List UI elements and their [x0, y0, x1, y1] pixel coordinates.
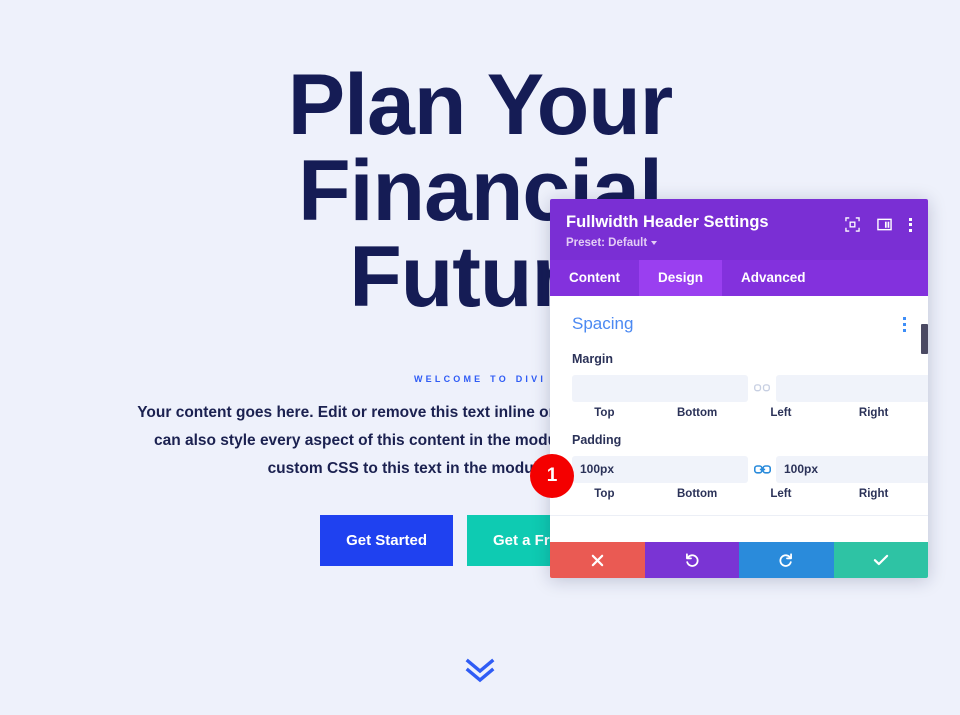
- margin-label: Margin: [572, 352, 613, 367]
- tab-advanced[interactable]: Advanced: [722, 260, 825, 297]
- margin-bottom-input[interactable]: [776, 374, 928, 402]
- save-button[interactable]: [833, 542, 928, 579]
- scroll-down-button[interactable]: [0, 655, 960, 685]
- padding-bottom-input[interactable]: [776, 455, 928, 483]
- margin-left-sublabel: Left: [770, 407, 792, 420]
- modal-footer: [550, 542, 928, 579]
- panel-layout-icon[interactable]: [877, 217, 892, 232]
- padding-top-input[interactable]: [572, 455, 748, 483]
- margin-right-sublabel: Right: [858, 407, 889, 420]
- annotation-badge-1: 1: [530, 454, 574, 498]
- modal-scrollbar[interactable]: [921, 296, 928, 542]
- redo-icon: [779, 553, 793, 568]
- cancel-button[interactable]: [550, 542, 645, 579]
- modal-title: Fullwidth Header Settings: [566, 213, 769, 231]
- preset-selector[interactable]: Preset: Default: [566, 236, 658, 249]
- padding-top-sublabel: Top: [594, 488, 615, 501]
- padding-inputs-row: [572, 454, 928, 484]
- spacing-section-more-vertical-icon[interactable]: [902, 316, 906, 333]
- margin-top-input[interactable]: [572, 374, 748, 402]
- margin-inputs-row: [572, 373, 928, 403]
- margin-top-bottom-unlinked-icon[interactable]: [748, 382, 776, 394]
- redo-button[interactable]: [739, 542, 834, 579]
- preset-label: Preset: Default: [566, 236, 648, 249]
- padding-left-sublabel: Left: [770, 488, 792, 501]
- close-icon: [591, 554, 604, 567]
- padding-top-bottom-linked-icon[interactable]: [748, 463, 776, 476]
- modal-body: Spacing Margin Top Bottom Left Right Pad…: [550, 296, 928, 543]
- more-vertical-icon[interactable]: [909, 217, 912, 232]
- fullwidth-header-settings-modal[interactable]: Fullwidth Header Settings Preset: Defaul…: [550, 199, 928, 579]
- chevron-down-icon: [651, 240, 658, 245]
- spacing-section-header: Spacing: [572, 314, 906, 334]
- headline-line-1: Plan Your: [287, 57, 673, 153]
- undo-icon: [685, 553, 699, 568]
- tab-design[interactable]: Design: [639, 259, 723, 297]
- double-chevron-down-icon: [465, 658, 495, 683]
- margin-sublabels: Top Bottom Left Right: [572, 407, 906, 419]
- modal-scrollbar-thumb[interactable]: [921, 324, 928, 355]
- get-started-button[interactable]: Get Started: [320, 515, 453, 566]
- margin-top-sublabel: Top: [594, 407, 615, 420]
- section-title-spacing: Spacing: [572, 314, 634, 334]
- tab-content[interactable]: Content: [550, 260, 639, 297]
- padding-right-sublabel: Right: [858, 488, 889, 501]
- modal-header: Fullwidth Header Settings Preset: Defaul…: [550, 199, 928, 260]
- check-icon: [873, 555, 888, 566]
- modal-body-divider: [550, 515, 928, 517]
- padding-label: Padding: [572, 433, 622, 448]
- modal-tabs: Content Design Advanced: [550, 259, 928, 297]
- padding-sublabels: Top Bottom Left Right: [572, 488, 906, 500]
- focus-target-icon[interactable]: [845, 217, 860, 232]
- padding-bottom-sublabel: Bottom: [677, 488, 718, 501]
- margin-bottom-sublabel: Bottom: [677, 407, 718, 420]
- undo-button[interactable]: [644, 542, 739, 579]
